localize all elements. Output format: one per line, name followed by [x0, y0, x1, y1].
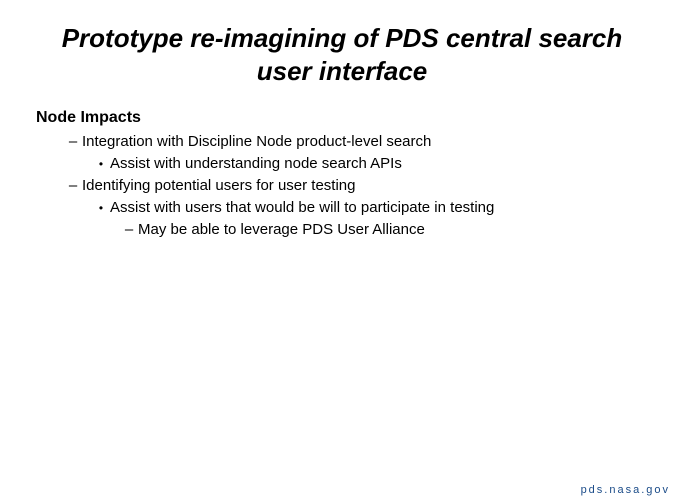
dash-icon: –	[120, 219, 138, 241]
list-item: – May be able to leverage PDS User Allia…	[34, 219, 650, 241]
list-item-text: Integration with Discipline Node product…	[82, 131, 650, 153]
list-item: • Assist with understanding node search …	[34, 153, 650, 175]
slide-title: Prototype re-imagining of PDS central se…	[34, 22, 650, 87]
section-heading: Node Impacts	[36, 109, 650, 127]
dash-icon: –	[64, 175, 82, 197]
slide: Prototype re-imagining of PDS central se…	[0, 0, 684, 504]
list-item-text: Identifying potential users for user tes…	[82, 175, 650, 197]
list-item-text: Assist with understanding node search AP…	[110, 153, 650, 175]
dash-icon: –	[64, 131, 82, 153]
list-item: • Assist with users that would be will t…	[34, 197, 650, 219]
dot-icon: •	[92, 197, 110, 219]
list-item: – Integration with Discipline Node produ…	[34, 131, 650, 153]
list-item-text: Assist with users that would be will to …	[110, 197, 650, 219]
outline: – Integration with Discipline Node produ…	[34, 131, 650, 240]
dot-icon: •	[92, 153, 110, 175]
list-item: – Identifying potential users for user t…	[34, 175, 650, 197]
footer-url: pds.nasa.gov	[581, 484, 670, 496]
list-item-text: May be able to leverage PDS User Allianc…	[138, 219, 650, 241]
